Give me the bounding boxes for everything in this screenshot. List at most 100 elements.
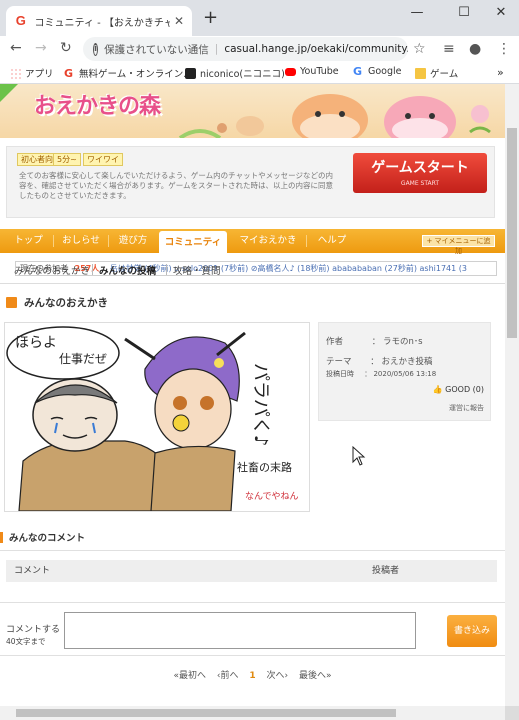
menu-my-oekaki[interactable]: マイおえかき — [232, 229, 304, 253]
menu-divider — [306, 235, 307, 247]
add-mymenu-button[interactable]: + マイメニューに追加 — [422, 235, 495, 255]
game-start-sublabel: GAME START — [400, 180, 440, 187]
report-link[interactable]: 運営に報告 — [449, 403, 484, 413]
forward-icon[interactable]: → — [35, 39, 47, 57]
menu-help[interactable]: ヘルプ — [309, 229, 355, 253]
browser-toolbar: ← → ↻ i 保護されていない通信 | casual.hange.jp/oek… — [0, 36, 519, 62]
drawing-text: パラパく♪ — [250, 363, 271, 446]
menu-news[interactable]: おしらせ — [56, 229, 106, 253]
theme-row: テーマ ： おえかき投稿 — [326, 357, 433, 367]
vertical-scroll-thumb[interactable] — [507, 128, 517, 338]
hange-icon: G — [64, 66, 74, 80]
mascot-illustration — [0, 84, 491, 138]
comments-marker-icon — [0, 531, 3, 543]
game-start-button[interactable]: ゲームスタート GAME START — [353, 153, 487, 193]
youtube-icon — [285, 67, 296, 76]
badge-style: ワイワイ — [83, 153, 123, 166]
comment-input[interactable] — [64, 612, 416, 649]
pagination: «最初へ ‹前へ 1 次へ› 最後へ» — [0, 668, 505, 681]
comments-title: みんなのコメント — [9, 533, 86, 544]
menu-howto[interactable]: 遊び方 — [111, 229, 155, 253]
star-icon[interactable]: ☆ — [413, 40, 426, 58]
submenu-strategy-qa[interactable]: 攻略・質問 — [173, 263, 221, 277]
bookmarks-bar: アプリ G 無料ゲーム・オンライン... niconico(ニコニコ) YouT… — [0, 62, 519, 84]
section-title: みんなのおえかき — [24, 297, 108, 309]
badge-beginner: 初心者向 — [17, 153, 57, 166]
comments-heading: みんなのコメント — [0, 530, 85, 544]
good-count: (0) — [472, 385, 484, 394]
address-bar[interactable]: i 保護されていない通信 | casual.hange.jp/oekaki/co… — [83, 37, 408, 61]
badge-duration: 5分~ — [53, 153, 81, 166]
author-name[interactable]: ラモのn･s — [383, 337, 423, 347]
url-text: casual.hange.jp/oekaki/community... — [224, 43, 408, 55]
bookmark-game-folder[interactable]: ゲーム — [415, 66, 458, 80]
menu-community[interactable]: コミュニティ — [159, 231, 227, 253]
bookmark-apps[interactable]: アプリ — [10, 66, 54, 80]
reload-icon[interactable]: ↻ — [60, 39, 72, 57]
profile-icon[interactable]: ● — [469, 40, 481, 58]
theme-label: テーマ — [326, 357, 352, 367]
drawing-detail-panel: 作者 ： ラモのn･s テーマ ： おえかき投稿 投稿日時 ： 2020/05/… — [318, 322, 491, 421]
browser-tab[interactable]: G コミュニティ - 【おえかきチャットゲーム ✕ — [6, 6, 192, 36]
game-start-label: ゲームスタート — [371, 160, 469, 176]
more-icon[interactable]: ⋮ — [497, 40, 511, 58]
new-tab-icon[interactable]: + — [203, 9, 218, 27]
pager-last[interactable]: 最後へ» — [299, 671, 332, 681]
horizontal-scroll-thumb[interactable] — [16, 709, 396, 717]
bookmark-hange[interactable]: G 無料ゲーム・オンライン... — [64, 66, 193, 81]
theme-value: おえかき投稿 — [381, 357, 433, 367]
good-button[interactable]: 👍 GOOD (0) — [433, 385, 484, 394]
pager-prev[interactable]: ‹前へ — [217, 671, 239, 681]
bookmark-label: 無料ゲーム・オンライン... — [79, 69, 193, 80]
drawing-text: ほらよ — [15, 335, 57, 351]
bookmark-niconico[interactable]: niconico(ニコニコ) — [185, 66, 285, 80]
submit-comment-button[interactable]: 書き込み — [447, 615, 497, 647]
thumbs-up-icon: 👍 — [432, 385, 443, 394]
window-close-icon[interactable]: ✕ — [481, 2, 519, 24]
info-icon[interactable]: i — [93, 42, 99, 56]
scrollbar-corner — [505, 706, 519, 720]
comments-divider — [0, 550, 505, 551]
column-comment: コメント — [14, 566, 51, 576]
submenu-divider — [166, 264, 167, 275]
terms-notice: 全てのお客様に安心して楽しんでいただけるよう、ゲーム内のチャットやメッセージなど… — [19, 171, 334, 200]
bookmark-google[interactable]: G Google — [353, 66, 402, 77]
drawing-text: なんでやねん — [245, 491, 299, 502]
pager-next[interactable]: 次へ› — [267, 671, 289, 681]
comment-form-limit: 40文字まで — [6, 637, 46, 646]
community-submenu: みんなのおえかき みんなの投稿 攻略・質問 — [0, 254, 505, 284]
minimize-icon[interactable]: — — [397, 2, 437, 24]
comment-form-label: コメントする 40文字まで — [6, 625, 60, 648]
apps-grid-icon — [10, 67, 21, 79]
maximize-icon[interactable]: ☐ — [444, 2, 484, 24]
date-value: 2020/05/06 13:18 — [373, 370, 437, 378]
pager-first[interactable]: «最初へ — [173, 671, 206, 681]
tab-close-icon[interactable]: ✕ — [174, 14, 184, 28]
media-icon[interactable]: ≡ — [443, 40, 455, 58]
main-menu: トップ おしらせ 遊び方 コミュニティ マイおえかき ヘルプ + マイメニューに… — [0, 229, 505, 255]
bookmark-label: YouTube — [300, 66, 339, 77]
submenu-everyone-oekaki[interactable]: みんなのおえかき — [14, 263, 90, 277]
bookmark-youtube[interactable]: YouTube — [285, 66, 339, 77]
menu-divider — [108, 235, 109, 247]
niconico-icon — [185, 67, 196, 79]
date-label: 投稿日時 — [326, 370, 354, 378]
bookmark-label: niconico(ニコニコ) — [200, 69, 285, 80]
security-label: 保護されていない通信 — [104, 43, 209, 56]
bookmark-label: Google — [368, 66, 402, 77]
bookmark-label: アプリ — [25, 69, 54, 80]
page-viewport: おえかきの森 初心者向 5分~ ワイワイ 全てのお客様に安心して楽しんでいただけ… — [0, 84, 505, 706]
good-label: GOOD — [445, 385, 471, 394]
comment-form: コメントする 40文字まで 書き込み — [0, 602, 505, 656]
posted-drawing[interactable]: ほらよ 仕事だぜ パラパく♪ 社畜の末路 なんでやねん — [4, 322, 310, 512]
submenu-everyone-posts[interactable]: みんなの投稿 — [99, 263, 156, 277]
author-label: 作者 — [326, 337, 344, 347]
menu-top[interactable]: トップ — [6, 229, 51, 253]
column-author: 投稿者 — [372, 566, 400, 576]
site-banner: おえかきの森 — [0, 84, 505, 138]
drawing-text: 仕事だぜ — [59, 352, 107, 366]
submenu-divider — [92, 264, 93, 275]
menu-divider — [53, 235, 54, 247]
bookmarks-overflow-icon[interactable]: » — [497, 66, 504, 79]
back-icon[interactable]: ← — [10, 39, 22, 57]
